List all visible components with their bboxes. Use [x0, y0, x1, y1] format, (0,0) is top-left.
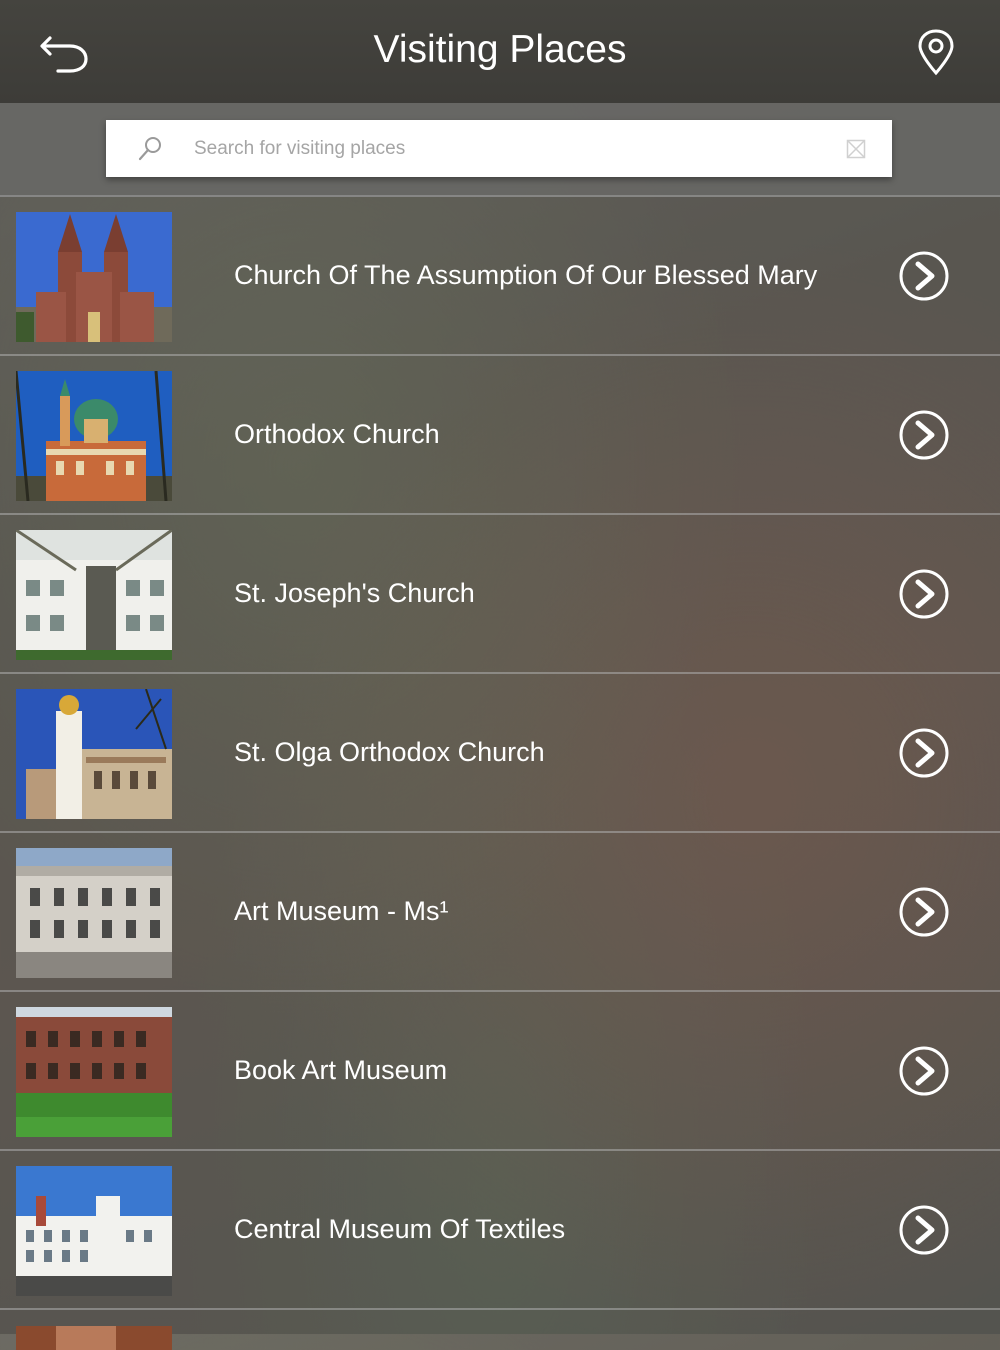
chevron-right-circle-icon[interactable] [898, 568, 950, 620]
thumb-church-brick [16, 212, 172, 342]
map-pin-icon [918, 29, 954, 76]
place-name: Central Museum Of Textiles [234, 1214, 566, 1244]
page-title: Visiting Places [373, 28, 627, 71]
magnifier-icon [138, 137, 161, 161]
list-item[interactable]: St. Joseph's Church [0, 515, 1000, 674]
places-list: Church Of The Assumption Of Our Blessed … [0, 197, 1000, 1350]
list-item[interactable]: Central Museum Of Textiles [0, 1151, 1000, 1310]
place-name: St. Olga Orthodox Church [234, 737, 545, 767]
thumb-partial [16, 1326, 172, 1350]
list-item[interactable]: Church Of The Assumption Of Our Blessed … [0, 197, 1000, 356]
thumb-brick-house [16, 1007, 172, 1137]
chevron-right-circle-icon[interactable] [898, 727, 950, 779]
search-input[interactable] [194, 120, 814, 177]
thumb-palace [16, 848, 172, 978]
place-name: St. Joseph's Church [234, 578, 475, 608]
thumb-white-building [16, 530, 172, 660]
map-button[interactable] [916, 28, 956, 76]
place-name: Orthodox Church [234, 419, 440, 449]
chevron-right-circle-icon[interactable] [898, 886, 950, 938]
search-box[interactable] [106, 120, 892, 177]
thumb-bell-tower [16, 689, 172, 819]
clear-icon[interactable] [846, 139, 866, 159]
chevron-right-circle-icon[interactable] [898, 1045, 950, 1097]
navigation-bar: Visiting Places [0, 0, 1000, 103]
list-item-partial[interactable] [0, 1310, 1000, 1350]
place-name: Art Museum - Ms¹ [234, 896, 449, 926]
thumb-factory [16, 1166, 172, 1296]
chevron-right-circle-icon[interactable] [898, 250, 950, 302]
list-item[interactable]: St. Olga Orthodox Church [0, 674, 1000, 833]
place-name: Book Art Museum [234, 1055, 448, 1085]
list-item[interactable]: Orthodox Church [0, 356, 1000, 515]
chevron-right-circle-icon[interactable] [898, 409, 950, 461]
list-item[interactable]: Art Museum - Ms¹ [0, 833, 1000, 992]
place-name: Church Of The Assumption Of Our Blessed … [234, 260, 818, 290]
thumb-orthodox-dome [16, 371, 172, 501]
list-item[interactable]: Book Art Museum [0, 992, 1000, 1151]
search-bar [0, 103, 1000, 197]
chevron-right-circle-icon[interactable] [898, 1204, 950, 1256]
